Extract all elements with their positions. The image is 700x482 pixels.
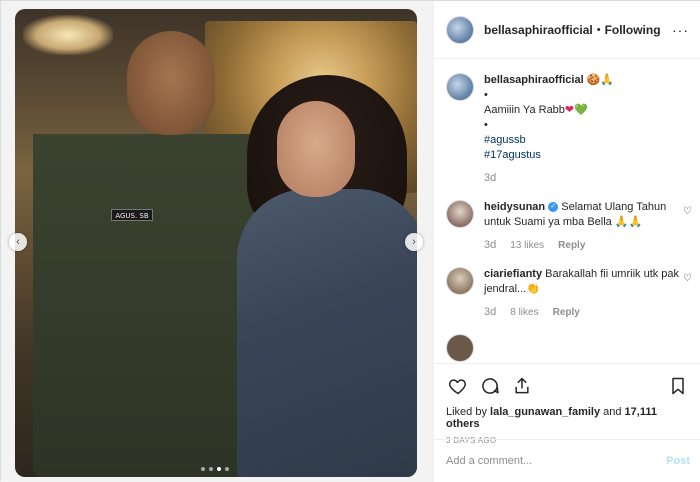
post-comment-button[interactable]: Post bbox=[666, 455, 690, 467]
avatar[interactable] bbox=[446, 73, 474, 101]
comment-bubble-icon[interactable] bbox=[478, 374, 502, 398]
share-upload-icon[interactable] bbox=[510, 374, 534, 398]
comment-likes[interactable]: 13 likes bbox=[510, 238, 544, 253]
like-comment-heart-icon[interactable]: ♡ bbox=[683, 206, 692, 217]
comment-username[interactable]: heidysunan bbox=[484, 201, 545, 213]
add-comment-bar: Post bbox=[434, 439, 700, 482]
comment-input[interactable] bbox=[446, 455, 667, 467]
carousel-dot bbox=[209, 467, 213, 471]
carousel-next-button[interactable]: › bbox=[405, 233, 423, 251]
like-comment-heart-icon[interactable]: ♡ bbox=[683, 273, 692, 284]
instagram-post-modal: AGUS. SB ‹ › bellasaphiraofficial • Foll… bbox=[0, 0, 700, 482]
comment-username[interactable]: ciariefianty bbox=[484, 268, 542, 280]
bookmark-icon[interactable] bbox=[666, 374, 690, 398]
caption-username[interactable]: bellasaphiraofficial bbox=[484, 74, 584, 86]
caption-bullet: • bbox=[484, 119, 488, 131]
hashtag-link[interactable]: #17agustus bbox=[484, 148, 680, 163]
comment-time: 3d bbox=[484, 239, 497, 251]
post-header: bellasaphiraofficial • Following ··· bbox=[434, 1, 700, 59]
woman-face bbox=[277, 101, 355, 197]
avatar[interactable] bbox=[446, 334, 474, 362]
comment-partial bbox=[446, 334, 690, 362]
carousel-indicator bbox=[201, 467, 229, 471]
more-options-icon[interactable]: ··· bbox=[672, 22, 689, 38]
man-head bbox=[127, 31, 215, 135]
caption-bullet: • bbox=[484, 89, 488, 101]
following-button[interactable]: Following bbox=[605, 23, 661, 37]
post-actions: Liked by lala_gunawan_family and 17,111 … bbox=[434, 363, 700, 445]
header-username[interactable]: bellasaphiraofficial bbox=[484, 23, 593, 37]
comment-likes[interactable]: 8 likes bbox=[510, 305, 538, 320]
avatar[interactable] bbox=[446, 15, 474, 44]
reply-button[interactable]: Reply bbox=[558, 238, 585, 253]
like-heart-icon[interactable] bbox=[446, 374, 470, 398]
comment-time: 3d bbox=[484, 306, 497, 318]
caption-emoji: 🍪🙏 bbox=[586, 74, 615, 86]
likes-summary: Liked by lala_gunawan_family and 17,111 … bbox=[446, 406, 657, 430]
carousel-dot bbox=[201, 467, 205, 471]
verified-badge-icon: ✓ bbox=[548, 202, 559, 213]
liked-by-user[interactable]: lala_gunawan_family bbox=[490, 406, 600, 418]
comment: ciariefianty Barakallah fii umriik utk p… bbox=[446, 267, 692, 320]
hashtag-link[interactable]: #agussb bbox=[484, 133, 680, 148]
chevron-left-icon: ‹ bbox=[16, 236, 20, 248]
comments-list[interactable]: bellasaphiraofficial 🍪🙏 • Aamiiin Ya Rab… bbox=[434, 59, 700, 363]
caption-time: 3d bbox=[484, 172, 497, 184]
caption-text: Aamiiin Ya Rabb❤💚 bbox=[484, 104, 588, 116]
carousel-dot bbox=[217, 467, 221, 471]
post-side-panel: bellasaphiraofficial • Following ··· bel… bbox=[433, 1, 700, 482]
avatar[interactable] bbox=[446, 200, 474, 228]
photo-pane: AGUS. SB ‹ › bbox=[1, 1, 433, 482]
red-heart-icon: ❤ bbox=[564, 104, 575, 116]
carousel-dot bbox=[225, 467, 229, 471]
woman-figure bbox=[237, 189, 417, 477]
green-heart-icon: 💚 bbox=[574, 104, 588, 116]
caption: bellasaphiraofficial 🍪🙏 • Aamiiin Ya Rab… bbox=[446, 73, 690, 186]
reply-button[interactable]: Reply bbox=[553, 305, 580, 320]
separator-dot: • bbox=[596, 23, 601, 36]
avatar[interactable] bbox=[446, 267, 474, 295]
comment: heidysunan ✓ Selamat Ulang Tahun untuk S… bbox=[446, 200, 692, 253]
chevron-right-icon: › bbox=[412, 236, 416, 248]
carousel-prev-button[interactable]: ‹ bbox=[9, 233, 27, 251]
post-photo[interactable]: AGUS. SB bbox=[15, 9, 417, 477]
uniform-name-tag: AGUS. SB bbox=[111, 209, 153, 221]
